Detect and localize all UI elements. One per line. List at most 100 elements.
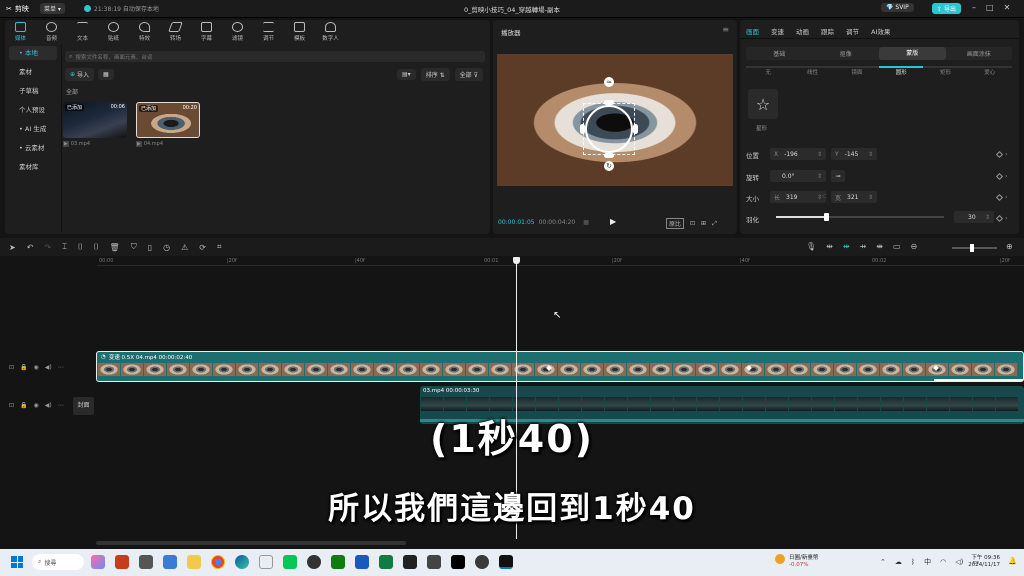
ratio-button[interactable]: 原比 xyxy=(666,218,685,229)
language-icon[interactable]: 中 xyxy=(924,557,931,567)
file-explorer-icon[interactable] xyxy=(187,555,201,569)
mask-handle-right[interactable] xyxy=(633,124,638,134)
sidebar-item-sub-draft[interactable]: 子草稿 xyxy=(9,84,57,98)
height-field[interactable]: 宽 321 ⇕ xyxy=(831,191,877,203)
playhead-handle[interactable] xyxy=(513,257,520,264)
tab-subtitle[interactable]: 字幕 xyxy=(191,22,222,42)
rotate-field[interactable]: 0.0° ⇕ xyxy=(770,170,826,182)
keyframe-icon[interactable] xyxy=(995,193,1004,202)
bluetooth-icon[interactable]: ᛒ xyxy=(911,558,915,566)
mask-none[interactable]: 无 xyxy=(746,66,791,76)
media-thumbnail[interactable]: 已添加 00:06 xyxy=(63,102,127,138)
feather-field[interactable]: 30 ⇕ xyxy=(954,211,994,223)
track-collapse-icon[interactable]: ⊡ xyxy=(9,364,14,371)
tab-text[interactable]: 文本 xyxy=(67,22,98,42)
tab-filter[interactable]: 滤镜 xyxy=(222,22,253,42)
chevron-right-icon[interactable]: › xyxy=(1005,173,1007,180)
subtab-mask[interactable]: 蒙版 xyxy=(879,47,946,60)
xbox-icon[interactable] xyxy=(331,555,345,569)
tab-transition[interactable]: 转场 xyxy=(160,22,191,42)
close-icon[interactable]: ✕ xyxy=(1004,3,1011,12)
line-icon[interactable] xyxy=(283,555,297,569)
split-icon[interactable]: ⌶ xyxy=(62,242,67,252)
subtab-smear[interactable]: 画面涂抹 xyxy=(946,49,1013,58)
select-tool-icon[interactable]: ➤ xyxy=(9,243,16,252)
stepper-icon[interactable]: ⇕ xyxy=(868,151,873,158)
sidebar-item-cloud[interactable]: • 云素材 xyxy=(9,141,57,155)
mask-heart[interactable]: 爱心 xyxy=(967,66,1012,76)
wifi-icon[interactable]: ◠ xyxy=(940,558,946,566)
zoom-in-icon[interactable]: ⊕ xyxy=(1006,242,1013,251)
mask-handle-bottom[interactable] xyxy=(604,153,614,158)
tab-sticker[interactable]: 贴纸 xyxy=(98,22,129,42)
stepper-icon[interactable]: ⇕ xyxy=(817,173,822,180)
auto-snap-icon[interactable]: ⇹ xyxy=(843,242,850,251)
subtab-cutout[interactable]: 抠像 xyxy=(813,49,880,58)
fullscreen-icon[interactable]: ⤢ xyxy=(712,220,717,228)
chevron-right-icon[interactable]: › xyxy=(1005,151,1007,158)
keyframe-icon[interactable] xyxy=(995,214,1004,223)
stepper-icon[interactable]: ⇕ xyxy=(868,194,873,201)
mask-rectangle[interactable]: 矩形 xyxy=(923,66,968,76)
task-view-icon[interactable] xyxy=(139,555,153,569)
media-item[interactable]: 已添加 00:20 ▶ 04.mp4 xyxy=(136,102,200,147)
zoom-out-icon[interactable]: ⊖ xyxy=(911,242,918,251)
freeze-icon[interactable]: ▯ xyxy=(148,243,152,252)
vip-badge[interactable]: 💎 SVIP xyxy=(881,3,914,12)
main-video-clip[interactable]: ◔ 变速 0.5X 04.mp4 00:00:02:40 xyxy=(96,351,1024,382)
eye-icon[interactable]: ◉ xyxy=(34,364,39,371)
notification-icon[interactable]: 🔔 xyxy=(1008,557,1017,565)
capcut-icon[interactable] xyxy=(403,555,417,569)
sidebar-item-ai[interactable]: • AI 生成 xyxy=(9,122,57,136)
grid-view-button[interactable]: ▦ xyxy=(98,69,114,80)
position-y-field[interactable]: Y -145 ⇕ xyxy=(831,148,877,160)
preview-icon[interactable]: ▭ xyxy=(893,242,901,251)
mask-handle-left[interactable] xyxy=(580,124,585,134)
zoom-slider-knob[interactable] xyxy=(970,244,974,252)
sidebar-item-presets[interactable]: 个人预设 xyxy=(9,103,57,117)
timeline-scrollbar[interactable] xyxy=(96,541,406,545)
stepper-icon[interactable]: ⇕ xyxy=(817,151,822,158)
tab-template[interactable]: 模板 xyxy=(284,22,315,42)
keyframe-icon[interactable] xyxy=(995,150,1004,159)
rotate-icon[interactable]: ⟳ xyxy=(199,243,206,252)
feather-slider[interactable] xyxy=(776,213,944,221)
safe-area-icon[interactable]: ⊞ xyxy=(701,220,706,227)
main-track-magnet-icon[interactable]: ⇹ xyxy=(826,242,833,251)
edge-icon[interactable] xyxy=(235,555,249,569)
minimize-icon[interactable]: – xyxy=(972,3,976,12)
word-icon[interactable] xyxy=(355,555,369,569)
mask-circle[interactable]: 圆形 xyxy=(878,66,924,76)
chrome-icon[interactable] xyxy=(211,555,225,569)
feather-slider-knob[interactable] xyxy=(824,213,830,221)
excel-icon[interactable] xyxy=(379,555,393,569)
undo-icon[interactable]: ↶ xyxy=(27,243,34,252)
store-icon[interactable] xyxy=(259,555,273,569)
chevron-right-icon[interactable]: › xyxy=(1005,194,1007,201)
mirror-icon[interactable]: ⚠ xyxy=(181,243,188,252)
crop-icon[interactable]: ⊡ xyxy=(690,220,695,227)
play-button[interactable]: ▶ xyxy=(610,217,616,226)
tab-adjust[interactable]: 调节 xyxy=(846,26,859,36)
sidebar-item-local[interactable]: • 本地 xyxy=(9,46,57,60)
filter-button[interactable]: 全部 ⊽ xyxy=(454,68,483,81)
keyframe-icon[interactable] xyxy=(995,172,1004,181)
reverse-icon[interactable]: ◷ xyxy=(163,243,170,252)
rotate-handle-icon[interactable]: ↻ xyxy=(604,161,614,171)
tab-adjust[interactable]: 调节 xyxy=(253,22,284,42)
app-icon[interactable] xyxy=(307,555,321,569)
tab-picture[interactable]: 画面 xyxy=(746,26,759,36)
width-field[interactable]: 长 319 ⇕ xyxy=(770,191,826,203)
position-x-field[interactable]: X -196 ⇕ xyxy=(770,148,826,160)
star-mask-button[interactable]: ☆ xyxy=(748,89,778,119)
mask-handle-top[interactable] xyxy=(604,100,614,105)
link-ratio-icon[interactable]: ⊂ xyxy=(822,193,827,200)
maximize-icon[interactable]: □ xyxy=(986,3,994,12)
mask-linear[interactable]: 线性 xyxy=(790,66,835,76)
delete-icon[interactable]: 🗑 xyxy=(110,243,120,252)
link-icon[interactable]: ⇸ xyxy=(860,242,867,251)
timecode-grid-icon[interactable]: ▦ xyxy=(583,219,589,226)
chevron-right-icon[interactable]: › xyxy=(1005,215,1007,222)
copilot-icon[interactable] xyxy=(91,555,105,569)
import-button[interactable]: ⊕ 导入 xyxy=(65,68,95,81)
